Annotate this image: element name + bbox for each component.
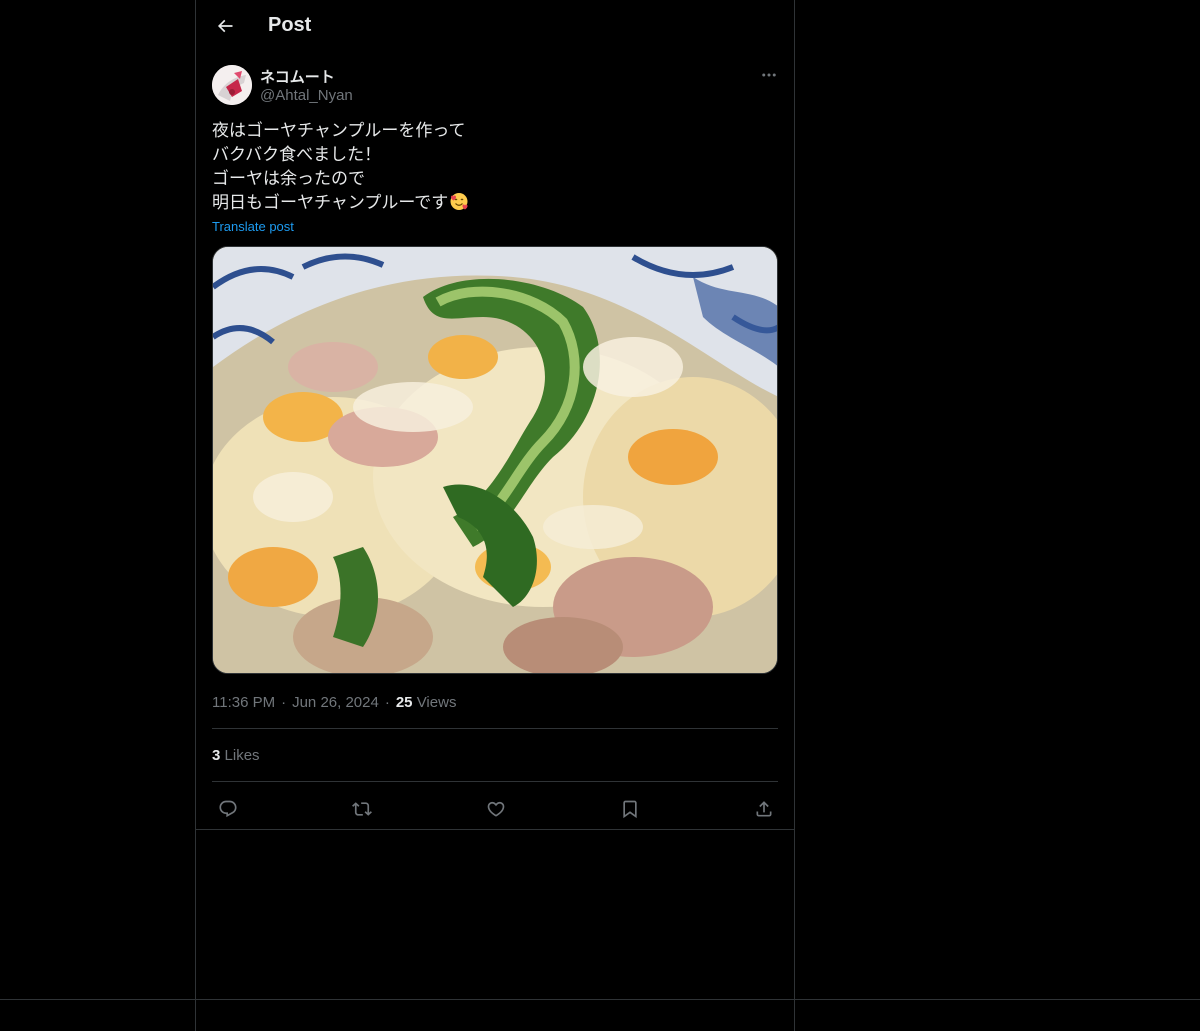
likes-count: 3 xyxy=(212,747,221,764)
bookmark-button[interactable] xyxy=(613,792,647,826)
post-actions-bar xyxy=(196,782,794,830)
avatar[interactable] xyxy=(212,65,252,105)
post-line: ゴーヤは余ったので xyxy=(212,169,365,189)
divider xyxy=(212,728,778,729)
back-button[interactable] xyxy=(208,9,242,43)
post-text: 夜はゴーヤチャンプルーを作って バクバク食べました！ ゴーヤは余ったので 明日も… xyxy=(212,119,778,215)
reply-icon xyxy=(219,800,237,818)
heart-icon xyxy=(487,801,505,817)
translate-post-link[interactable]: Translate post xyxy=(212,219,294,234)
repost-button[interactable] xyxy=(345,792,379,826)
arrow-left-icon xyxy=(217,19,233,33)
repost-icon xyxy=(352,802,372,816)
views-count: 25 xyxy=(395,694,413,711)
page-title: Post xyxy=(268,14,312,36)
post-time[interactable]: 11:36 PM xyxy=(212,694,275,711)
goya-champuru-photo xyxy=(213,247,777,673)
like-button[interactable] xyxy=(479,792,513,826)
more-horizontal-icon xyxy=(762,73,776,77)
bookmark-icon xyxy=(623,800,637,819)
views-label: Views xyxy=(416,694,457,711)
smiling-face-with-hearts-emoji xyxy=(450,193,468,210)
bottom-divider xyxy=(0,999,1200,1000)
post-line: バクバク食べました！ xyxy=(212,145,382,165)
post-line: 夜はゴーヤチャンプルーを作って xyxy=(212,121,466,141)
post-line: 明日もゴーヤチャンプルーです xyxy=(212,191,778,215)
avatar-image xyxy=(212,65,252,105)
primary-column: Post ネコムート @Ahtal_Nyan 夜はゴーヤチャンプルーを作って バ… xyxy=(195,0,795,1031)
share-button[interactable] xyxy=(747,792,781,826)
likes-stat[interactable]: 3 Likes xyxy=(212,747,260,764)
author-display-name[interactable]: ネコムート xyxy=(260,66,335,87)
author-handle[interactable]: @Ahtal_Nyan xyxy=(260,87,353,104)
post-line-text: 明日もゴーヤチャンプルーです xyxy=(212,193,449,213)
post-metadata: 11:36 PM · Jun 26, 2024 · 25 Views xyxy=(212,694,456,711)
meta-separator: · xyxy=(384,694,390,711)
post-date[interactable]: Jun 26, 2024 xyxy=(292,694,379,711)
share-icon xyxy=(756,801,772,817)
likes-label: Likes xyxy=(224,747,260,764)
post-media[interactable] xyxy=(212,246,778,674)
page-header: Post xyxy=(196,0,794,53)
more-options-button[interactable] xyxy=(754,63,784,87)
meta-separator: · xyxy=(281,694,287,711)
reply-button[interactable] xyxy=(211,792,245,826)
